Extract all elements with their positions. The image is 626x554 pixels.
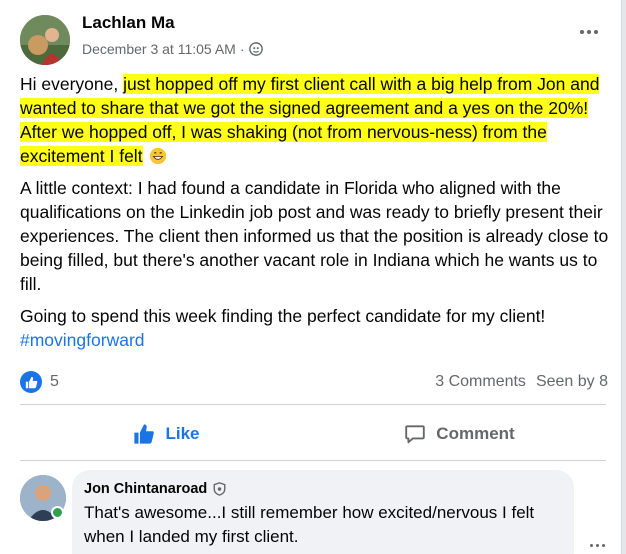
paragraph-1-plain: Hi everyone,: [20, 74, 124, 94]
comment-options-icon[interactable]: [590, 544, 605, 547]
online-status-dot: [51, 506, 64, 519]
comment-author[interactable]: Jon Chintanaroad: [84, 481, 207, 497]
reaction-stats: 5 3 Comments Seen by 8: [20, 368, 608, 396]
like-reaction-icon: [20, 371, 42, 393]
like-count-group[interactable]: 5: [20, 371, 59, 393]
post-paragraph-2: A little context: I had found a candidat…: [20, 178, 609, 294]
more-options-icon[interactable]: [577, 22, 601, 42]
like-button[interactable]: Like: [20, 410, 313, 458]
meta-separator: ·: [239, 41, 245, 57]
comment-button-label: Comment: [436, 424, 515, 443]
hashtag-link[interactable]: #movingforward: [20, 330, 145, 350]
like-count: 5: [50, 373, 59, 390]
post-card: Lachlan Ma December 3 at 11:05 AM · Hi e…: [0, 0, 622, 554]
seen-by-count[interactable]: Seen by 8: [536, 373, 608, 391]
author-avatar[interactable]: [20, 15, 70, 65]
comment-text: That's awesome...I still remember how ex…: [84, 503, 535, 546]
author-name[interactable]: Lachlan Ma: [82, 13, 175, 33]
comment-author-row: Jon Chintanaroad: [84, 481, 562, 497]
comment-seen-stats: 3 Comments Seen by 8: [435, 373, 608, 391]
comments-count-link[interactable]: 3 Comments: [435, 373, 526, 391]
paragraph-3-text: Going to spend this week finding the per…: [20, 306, 546, 326]
thumbs-up-icon: [134, 424, 155, 444]
post-paragraph-1: Hi everyone, just hopped off my first cl…: [20, 72, 612, 168]
post-date[interactable]: December 3 at 11:05 AM: [82, 41, 236, 57]
divider-top: [20, 404, 606, 405]
shield-icon: [213, 482, 226, 496]
comment-icon: [405, 425, 426, 444]
post-paragraph-3: Going to spend this week finding the per…: [20, 304, 612, 352]
post-meta: December 3 at 11:05 AM ·: [82, 41, 263, 57]
like-button-label: Like: [165, 424, 200, 443]
globe-icon: [248, 42, 263, 56]
comment-bubble: Jon Chintanaroad That's awesome...I stil…: [72, 470, 574, 554]
emoji-grin-icon: [150, 147, 167, 165]
post-body: Hi everyone, just hopped off my first cl…: [20, 72, 612, 360]
action-bar: Like Comment: [20, 410, 606, 458]
comment-button[interactable]: Comment: [313, 410, 606, 458]
divider-bottom: [20, 460, 606, 461]
